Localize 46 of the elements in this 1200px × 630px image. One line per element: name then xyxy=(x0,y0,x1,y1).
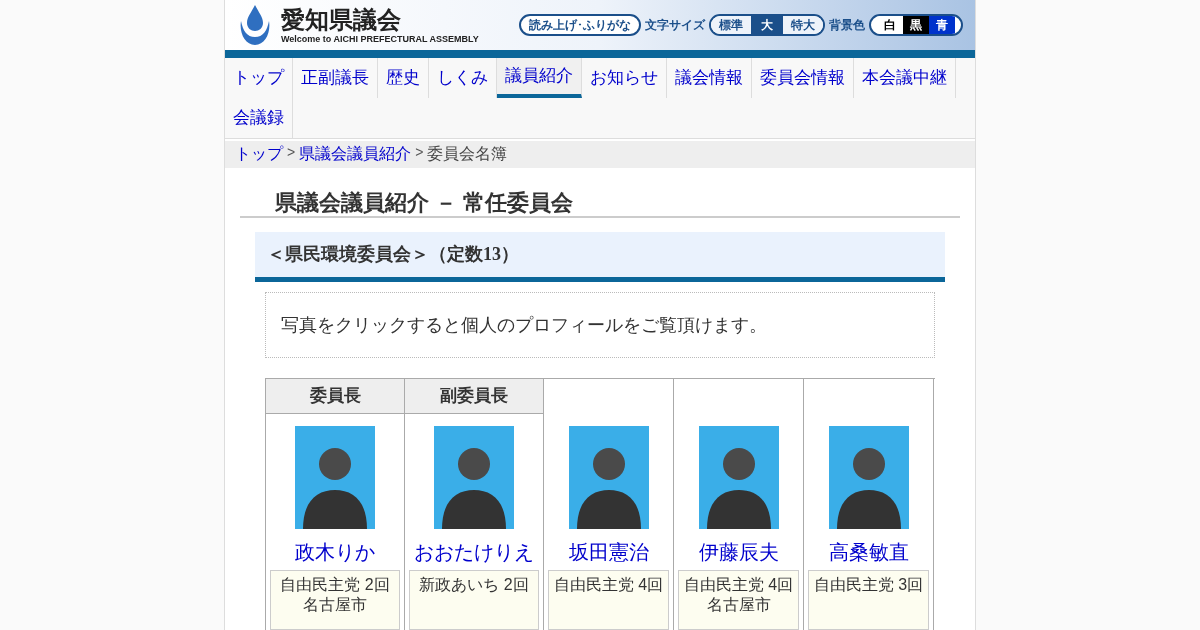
member-name-link[interactable]: 坂田憲治 xyxy=(568,537,649,567)
breadcrumb-link[interactable]: 県議会議員紹介 xyxy=(299,142,412,167)
background-color-label: 背景色 xyxy=(829,17,865,34)
nav-tab[interactable]: 議会情報 xyxy=(667,57,752,98)
notice-box: 写真をクリックすると個人のプロフィールをご覧頂けます。 xyxy=(265,292,935,358)
member-city: 名古屋市 xyxy=(706,595,771,615)
breadcrumb-separator: > xyxy=(415,143,424,163)
nav-tab[interactable]: 会議録 xyxy=(225,97,293,138)
nav-tab[interactable]: 委員会情報 xyxy=(752,57,854,98)
nav-tab[interactable]: 正副議長 xyxy=(293,57,378,98)
member-name-link[interactable]: 伊藤辰夫 xyxy=(698,537,779,567)
font-size-button[interactable]: 標準 xyxy=(711,16,751,34)
committee-heading: ＜県民環境委員会＞（定数13） xyxy=(255,232,945,282)
reader-button[interactable]: 読み上げ･ふりがな xyxy=(519,14,641,36)
nav-tab[interactable]: 歴史 xyxy=(378,57,429,98)
page-title: 県議会議員紹介 － 常任委員会 xyxy=(275,190,575,216)
role-header: 委員長 xyxy=(266,379,404,414)
member-party: 自由民主党 4回 xyxy=(553,575,664,595)
breadcrumb-link[interactable]: トップ xyxy=(235,142,283,167)
member-party: 自由民主党 3回 xyxy=(813,575,924,595)
member-party: 自由民主党 4回 xyxy=(683,575,794,595)
member-name-link[interactable]: 政木りか xyxy=(295,537,375,567)
font-size-button[interactable]: 大 xyxy=(751,16,783,34)
member-party: 自由民主党 2回 xyxy=(280,575,390,595)
member-photo[interactable] xyxy=(568,426,649,529)
breadcrumb-current: 委員会名簿 xyxy=(427,144,508,165)
member-city: 名古屋市 xyxy=(303,595,367,615)
breadcrumb-separator: > xyxy=(287,143,296,163)
role-header: 副委員長 xyxy=(405,379,543,414)
member-photo[interactable] xyxy=(828,426,909,529)
member-photo[interactable] xyxy=(434,426,514,529)
member-name-link[interactable]: おおたけりえ xyxy=(414,537,534,567)
background-color-button[interactable]: 青 xyxy=(929,16,955,34)
nav-tab[interactable]: トップ xyxy=(225,57,293,98)
member-photo[interactable] xyxy=(295,426,375,529)
font-size-button[interactable]: 特大 xyxy=(783,16,823,34)
nav-tab[interactable]: お知らせ xyxy=(582,57,667,98)
background-color-button[interactable]: 黒 xyxy=(903,16,929,34)
nav-tab[interactable]: 本会議中継 xyxy=(854,57,956,98)
site-title: 愛知県議会 xyxy=(281,6,402,34)
nav-tab[interactable]: 議員紹介 xyxy=(497,57,582,98)
font-size-label: 文字サイズ xyxy=(645,17,705,34)
member-name-link[interactable]: 高桑敏直 xyxy=(828,537,909,567)
site-subtitle: Welcome to AICHI PREFECTURAL ASSEMBLY xyxy=(281,34,479,44)
member-photo[interactable] xyxy=(698,426,779,529)
member-party: 新政あいち 2回 xyxy=(419,575,529,595)
